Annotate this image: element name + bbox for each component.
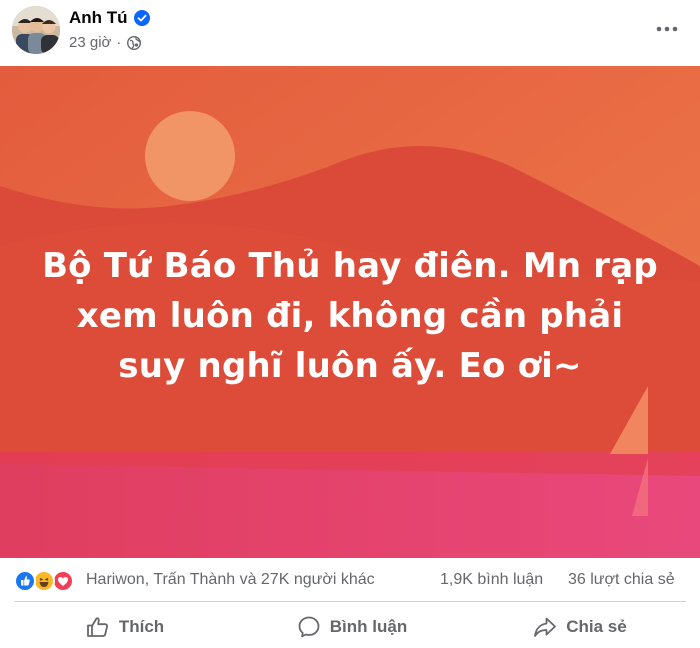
author-name[interactable]: Anh Tú <box>69 8 128 28</box>
meta-separator: · <box>116 34 122 51</box>
post-actions: Thích Bình luận Chia sẻ <box>0 604 700 648</box>
verified-badge-icon <box>133 10 150 26</box>
post-background-image[interactable]: Bộ Tứ Báo Thủ hay điên. Mn rạp xem luôn … <box>0 66 700 558</box>
more-options-button[interactable] <box>652 14 682 44</box>
love-icon <box>52 570 74 592</box>
globe-icon <box>127 35 142 50</box>
more-dots-icon <box>656 26 678 32</box>
share-label: Chia sẻ <box>566 617 627 636</box>
like-button[interactable]: Thích <box>70 608 180 646</box>
divider <box>14 601 686 602</box>
post-timestamp[interactable]: 23 giờ <box>69 34 111 51</box>
like-icon <box>14 570 36 592</box>
comment-label: Bình luận <box>329 617 408 636</box>
reaction-icons[interactable] <box>14 570 80 592</box>
avatar[interactable] <box>12 6 60 54</box>
thumbs-up-icon <box>86 617 108 637</box>
haha-icon <box>33 570 55 592</box>
post-status-text: Bộ Tứ Báo Thủ hay điên. Mn rạp xem luôn … <box>42 246 658 386</box>
share-arrow-icon <box>534 617 557 637</box>
post-header: Anh Tú 23 giờ · <box>0 0 700 66</box>
share-button[interactable]: Chia sẻ <box>520 608 640 646</box>
comments-count[interactable]: 1,9K bình luận <box>440 571 543 589</box>
reactors-summary[interactable]: Hariwon, Trấn Thành và 27K người khác <box>86 571 375 589</box>
reactions-bar: Hariwon, Trấn Thành và 27K người khác 1,… <box>0 560 700 600</box>
comment-bubble-icon <box>298 616 320 638</box>
shares-count[interactable]: 36 lượt chia sẻ <box>568 571 675 589</box>
like-label: Thích <box>118 617 165 636</box>
comment-button[interactable]: Bình luận <box>284 608 420 646</box>
